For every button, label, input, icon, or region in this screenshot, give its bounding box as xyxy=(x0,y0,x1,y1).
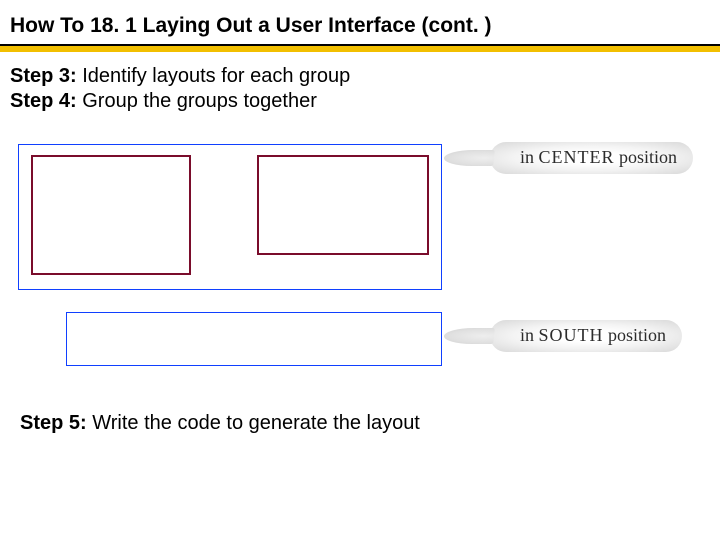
step-5-label: Step 5: xyxy=(20,412,92,434)
step-4-text: Group the groups together xyxy=(82,90,317,112)
south-container-box xyxy=(66,312,442,366)
title-rule-yellow xyxy=(0,46,720,52)
step-5-text: Write the code to generate the layout xyxy=(92,412,420,434)
callout-south-suffix: position xyxy=(604,325,667,345)
callout-south-prefix: in xyxy=(520,325,539,345)
callout-south-word: SOUTH xyxy=(539,325,604,345)
step-4-line: Step 4: Group the groups together xyxy=(10,89,350,114)
slide: How To 18. 1 Laying Out a User Interface… xyxy=(0,0,720,540)
step-3-label: Step 3: xyxy=(10,65,82,87)
center-inner-right-box xyxy=(257,155,429,255)
step-5-line: Step 5: Write the code to generate the l… xyxy=(20,412,420,435)
center-container-box xyxy=(18,144,442,290)
layout-diagram: in CENTER position in SOUTH position xyxy=(0,120,720,420)
step-4-label: Step 4: xyxy=(10,90,82,112)
step-3-line: Step 3: Identify layouts for each group xyxy=(10,64,350,89)
callout-center: in CENTER position xyxy=(490,142,693,174)
center-inner-left-box xyxy=(31,155,191,275)
callout-center-suffix: position xyxy=(615,147,678,167)
callout-center-prefix: in xyxy=(520,147,539,167)
slide-title: How To 18. 1 Laying Out a User Interface… xyxy=(10,14,492,38)
step-3-text: Identify layouts for each group xyxy=(82,65,350,87)
callout-south: in SOUTH position xyxy=(490,320,682,352)
callout-center-word: CENTER xyxy=(539,147,615,167)
steps-top-block: Step 3: Identify layouts for each group … xyxy=(10,64,350,114)
